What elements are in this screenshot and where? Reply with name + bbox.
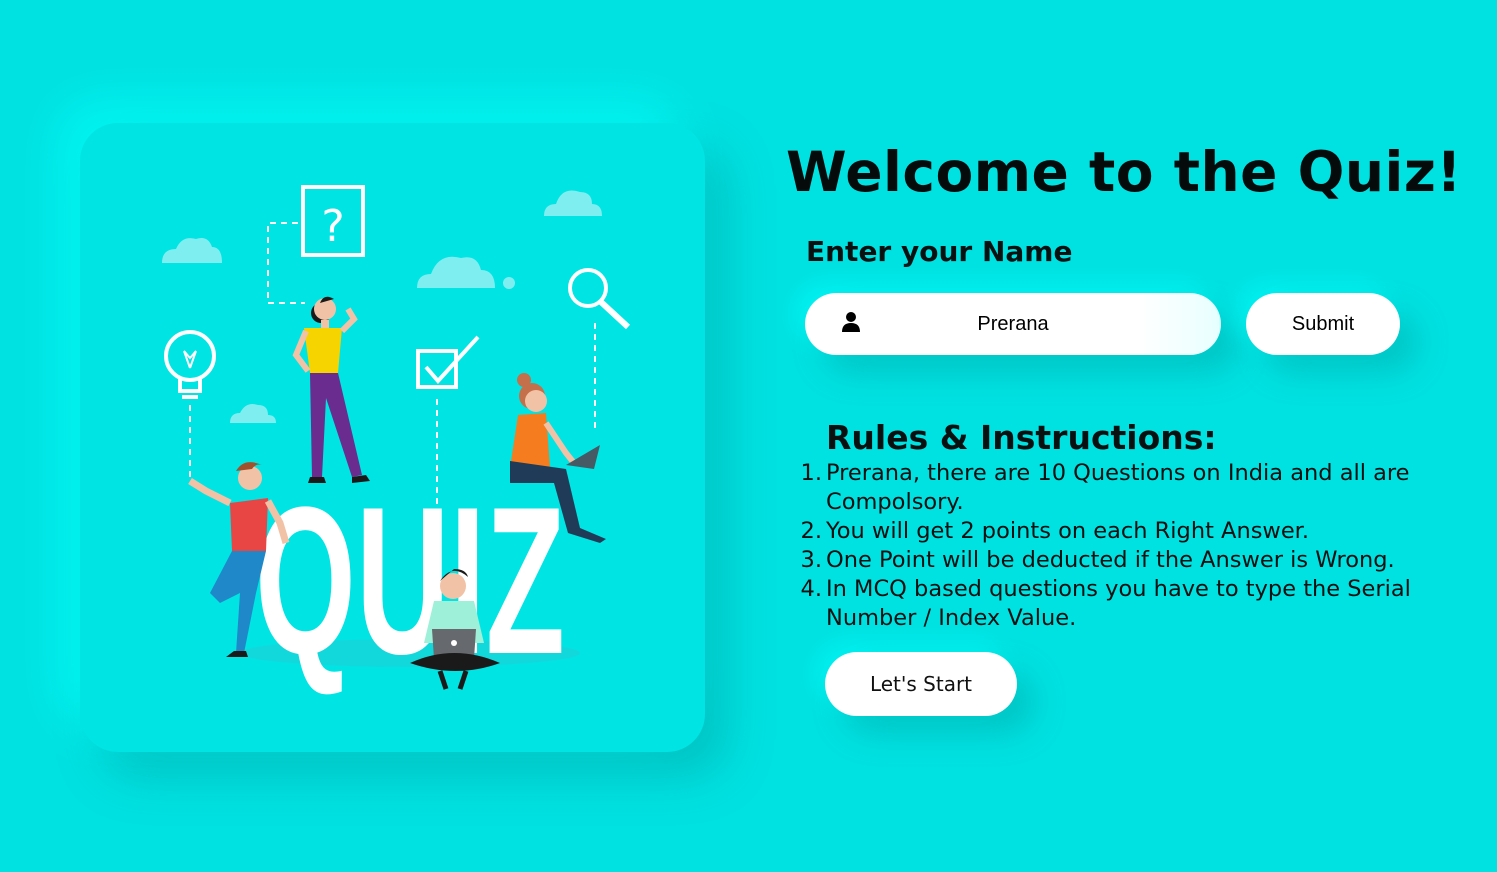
- quiz-word: QUIZ: [255, 463, 565, 698]
- rule-number: 2.: [800, 518, 822, 544]
- svg-text:?: ?: [321, 201, 344, 252]
- quiz-illustration: ? QUIZ: [162, 185, 631, 698]
- rule-number: 1.: [800, 460, 822, 486]
- rules-list: 1. Prerana, there are 10 Questions on In…: [801, 459, 1466, 633]
- rule-item: 3. One Point will be deducted if the Ans…: [801, 546, 1466, 575]
- rule-number: 3.: [800, 547, 822, 573]
- quiz-landing-page: ? QUIZ Welcome to the Quiz! Enter your N…: [0, 0, 1497, 872]
- user-icon: [842, 312, 860, 332]
- person-thinking-icon: [292, 296, 370, 483]
- lightbulb-icon: [164, 330, 216, 478]
- cloud-icon: [417, 256, 515, 289]
- rule-text: In MCQ based questions you have to type …: [826, 576, 1411, 631]
- name-input[interactable]: [875, 293, 1151, 355]
- rule-item: 1. Prerana, there are 10 Questions on In…: [801, 459, 1466, 517]
- rule-number: 4.: [800, 576, 822, 602]
- name-label: Enter your Name: [806, 235, 1073, 268]
- rule-text: You will get 2 points on each Right Answ…: [826, 518, 1310, 544]
- cloud-icon: [230, 404, 276, 423]
- quiz-illustration-card: ? QUIZ: [80, 123, 705, 752]
- rule-text: One Point will be deducted if the Answer…: [826, 547, 1395, 573]
- magnifier-icon: [568, 268, 631, 428]
- question-mark-icon: ?: [267, 185, 365, 304]
- lets-start-button[interactable]: Let's Start: [825, 652, 1017, 716]
- cloud-icon: [162, 238, 222, 263]
- rules-heading: Rules & Instructions:: [826, 418, 1217, 457]
- cloud-icon: [544, 190, 602, 216]
- submit-button[interactable]: Submit: [1246, 293, 1400, 355]
- rule-item: 4. In MCQ based questions you have to ty…: [801, 575, 1466, 633]
- page-title: Welcome to the Quiz!: [786, 140, 1462, 204]
- rule-item: 2. You will get 2 points on each Right A…: [801, 517, 1466, 546]
- rule-text: Prerana, there are 10 Questions on India…: [826, 460, 1410, 515]
- name-field-container[interactable]: [805, 293, 1221, 355]
